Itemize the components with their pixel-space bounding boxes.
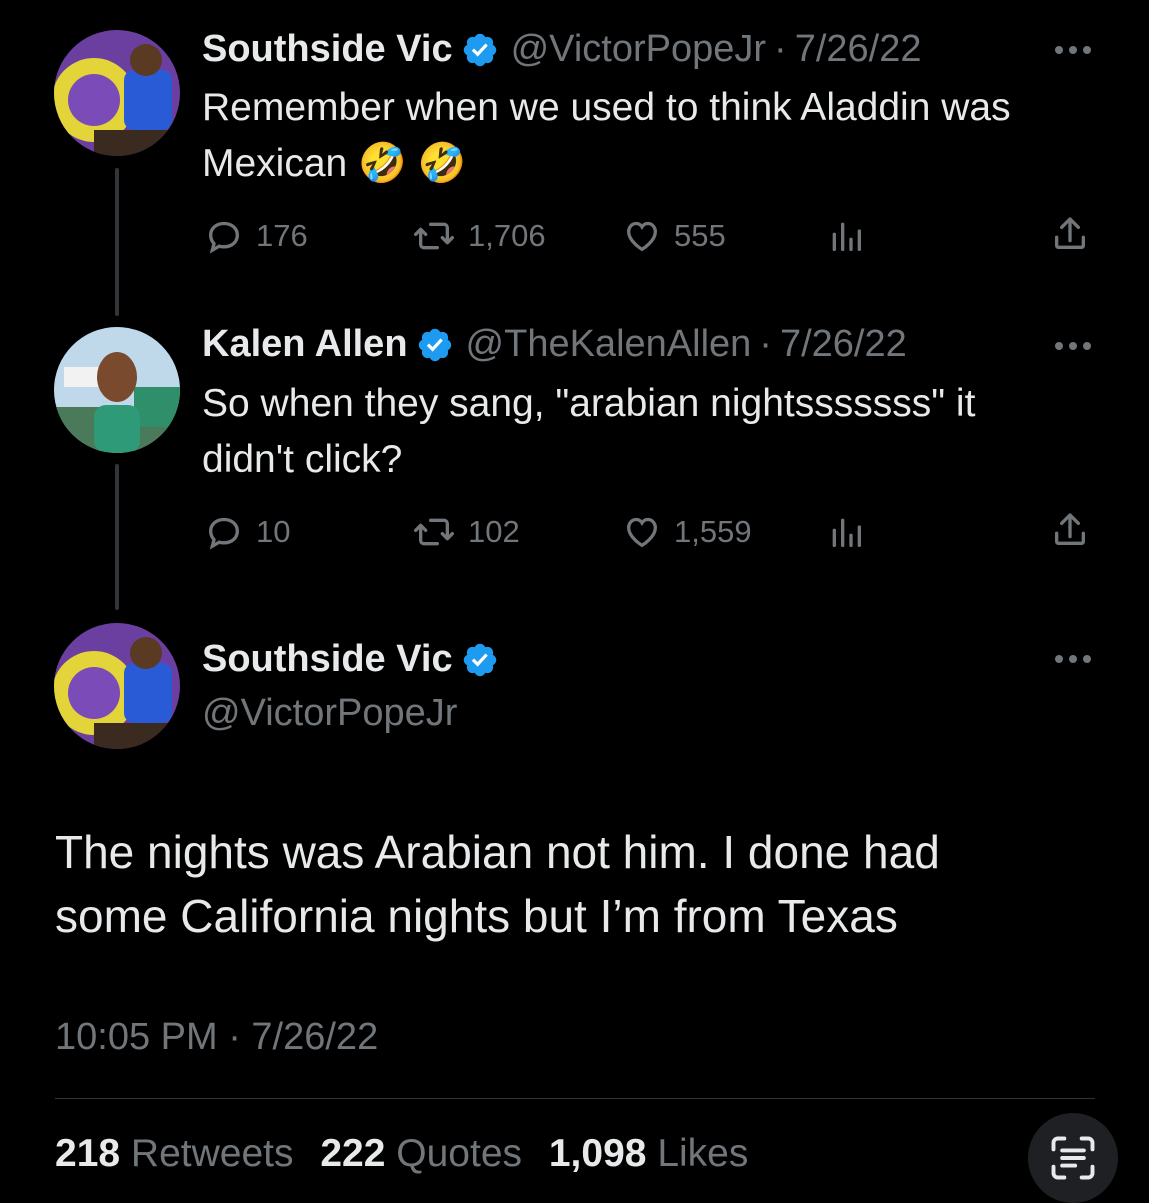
likes-label: Likes [657, 1132, 749, 1175]
retweet-count: 102 [468, 514, 520, 549]
retweets-stat[interactable]: 218 Retweets [55, 1132, 294, 1175]
tweet-actions: 10 102 1,559 [202, 510, 1102, 554]
avatar-image [54, 30, 180, 156]
like-icon [626, 517, 658, 548]
tweet-actions: 176 1,706 555 [202, 214, 1102, 258]
retweet-icon [413, 222, 454, 250]
display-name[interactable]: Southside Vic [202, 28, 453, 71]
tweet-text-line: some California nights but I’m from Texa… [55, 890, 898, 942]
avatar-southside-vic[interactable] [54, 30, 180, 156]
main-tweet-header: Southside Vic [202, 638, 499, 681]
scan-text-button[interactable] [1028, 1113, 1118, 1203]
thread-line [115, 464, 119, 610]
tweet-header: Southside Vic @VictorPopeJr · 7/26/22 [202, 28, 921, 71]
like-icon [626, 221, 658, 252]
tweet-text-line: So when they sang, "arabian nightsssssss… [202, 382, 976, 425]
divider [55, 1098, 1095, 1099]
like-count: 1,559 [674, 514, 752, 549]
display-name[interactable]: Southside Vic [202, 638, 453, 681]
tweet-text-line: The nights was Arabian not him. I done h… [55, 826, 940, 878]
views-button[interactable] [826, 216, 876, 256]
tweet-text-line: Mexican 🤣 🤣 [202, 142, 467, 185]
scan-text-icon [1051, 1136, 1095, 1180]
tweet-text: So when they sang, "arabian nightsssssss… [202, 376, 975, 488]
handle[interactable]: @VictorPopeJr [202, 692, 457, 735]
separator-dot: · [759, 323, 772, 365]
share-icon [1055, 217, 1085, 249]
like-button[interactable]: 1,559 [620, 512, 752, 552]
quotes-label: Quotes [396, 1132, 523, 1175]
likes-stat[interactable]: 1,098 Likes [549, 1132, 749, 1175]
like-button[interactable]: 555 [620, 216, 726, 256]
retweets-label: Retweets [130, 1132, 294, 1175]
more-icon[interactable] [1053, 653, 1093, 665]
reply-button[interactable]: 10 [202, 512, 290, 552]
quotes-stat[interactable]: 222 Quotes [320, 1132, 522, 1175]
verified-badge-icon [416, 326, 454, 364]
reply-button[interactable]: 176 [202, 216, 308, 256]
share-icon [1055, 513, 1085, 545]
separator-dot: · [774, 28, 787, 70]
tweet-date[interactable]: 7/26/22 [795, 28, 922, 71]
retweets-count: 218 [55, 1132, 121, 1175]
views-icon [832, 222, 861, 251]
thread-line [115, 168, 119, 316]
reply-count: 10 [256, 514, 291, 549]
tweet-text-line: didn't click? [202, 438, 403, 481]
tweet-text: Remember when we used to think Aladdin w… [202, 80, 1011, 192]
like-count: 555 [674, 218, 726, 253]
main-tweet-text: The nights was Arabian not him. I done h… [55, 820, 1095, 948]
share-button[interactable] [1050, 510, 1100, 550]
quotes-count: 222 [320, 1132, 386, 1175]
share-button[interactable] [1050, 214, 1100, 254]
views-button[interactable] [826, 512, 876, 552]
tweet-header: Kalen Allen @TheKalenAllen · 7/26/22 [202, 323, 907, 366]
more-icon[interactable] [1053, 340, 1093, 352]
verified-badge-icon [461, 31, 499, 69]
tweet-date[interactable]: 7/26/22 [780, 323, 907, 366]
tweet-timestamp[interactable]: 10:05 PM · 7/26/22 [55, 1016, 378, 1059]
display-name[interactable]: Kalen Allen [202, 323, 408, 366]
avatar-kalen-allen[interactable] [54, 327, 180, 453]
avatar-image [54, 623, 180, 749]
reply-icon [208, 517, 240, 550]
avatar-image [54, 327, 180, 453]
handle[interactable]: @VictorPopeJr [511, 28, 766, 71]
avatar-southside-vic[interactable] [54, 623, 180, 749]
retweet-icon [413, 518, 454, 546]
tweet-stats: 218 Retweets 222 Quotes 1,098 Likes [55, 1132, 748, 1176]
likes-count: 1,098 [548, 1132, 647, 1175]
tweet-text-line: Remember when we used to think Aladdin w… [202, 86, 1011, 129]
verified-badge-icon [461, 641, 499, 679]
retweet-button[interactable]: 1,706 [410, 216, 546, 256]
retweet-count: 1,706 [468, 218, 546, 253]
more-icon[interactable] [1053, 44, 1093, 56]
reply-count: 176 [256, 218, 308, 253]
retweet-button[interactable]: 102 [410, 512, 520, 552]
handle[interactable]: @TheKalenAllen [466, 323, 752, 366]
reply-icon [208, 221, 240, 254]
views-icon [832, 518, 861, 547]
